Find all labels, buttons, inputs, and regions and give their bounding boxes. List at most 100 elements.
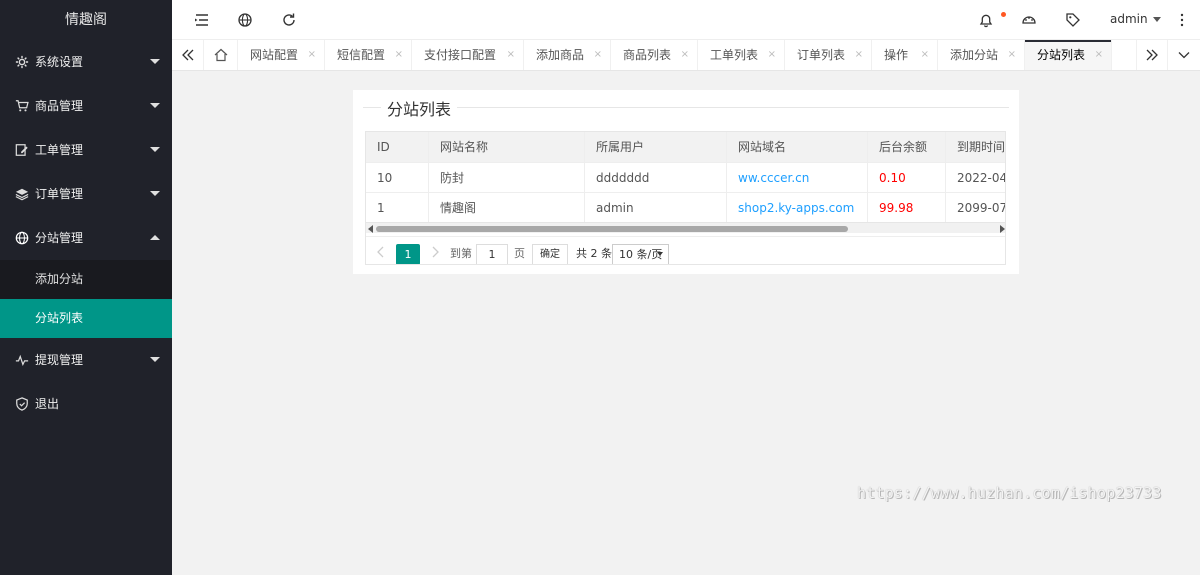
close-icon[interactable]: × xyxy=(507,40,515,70)
sidebar-subitem-substation-list[interactable]: 分站列表 xyxy=(0,299,172,338)
theme-icon[interactable] xyxy=(1021,12,1037,28)
cell-owner: ddddddd xyxy=(585,163,727,193)
sidebar-item-label: 订单管理 xyxy=(35,187,84,201)
chevron-down-icon xyxy=(150,147,160,152)
close-icon[interactable]: × xyxy=(594,40,602,70)
sidebar-subitem-add-substation[interactable]: 添加分站 xyxy=(0,260,172,299)
table-row[interactable]: 1 情趣阁 admin shop2.ky-apps.com 99.98 2099… xyxy=(366,192,1005,223)
confirm-button[interactable]: 确定 xyxy=(532,244,568,264)
tab-substation-list[interactable]: 分站列表 × xyxy=(1025,40,1112,70)
cell-balance: 0.10 xyxy=(868,163,946,193)
tab-order-list[interactable]: 订单列表 × xyxy=(785,40,872,70)
close-icon[interactable]: × xyxy=(395,40,403,70)
tab-label: 工单列表 xyxy=(710,48,759,62)
tab-product-list[interactable]: 商品列表 × xyxy=(611,40,698,70)
close-icon[interactable]: × xyxy=(921,40,929,70)
tabs-bar: 网站配置 × 短信配置 × 支付接口配置 × 添加商品 × 商品列表 × 工单列… xyxy=(172,40,1200,71)
pagination: 1 到第 1 页 确定 共 2 条 10 条/页 xyxy=(366,236,1005,264)
user-menu[interactable]: admin xyxy=(1110,12,1161,26)
table-row[interactable]: 10 防封 ddddddd ww.cccer.cn 0.10 2022-04-1 xyxy=(366,162,1005,193)
tab-home[interactable] xyxy=(204,40,238,70)
more-vertical-icon[interactable] xyxy=(1174,12,1190,28)
cell-owner: admin xyxy=(585,193,727,223)
scroll-left-arrow-icon[interactable] xyxy=(368,225,373,233)
refresh-icon[interactable] xyxy=(281,12,297,28)
watermark: https://www.huzhan.com/ishop23733 xyxy=(857,484,1162,502)
chevron-down-icon xyxy=(1178,52,1190,59)
prev-page-icon[interactable] xyxy=(376,246,386,258)
column-header-owner[interactable]: 所属用户 xyxy=(585,132,727,162)
tab-label: 添加商品 xyxy=(536,48,585,62)
close-icon[interactable]: × xyxy=(855,40,863,70)
scrollbar-thumb[interactable] xyxy=(376,226,848,232)
next-page-icon[interactable] xyxy=(430,246,440,258)
tab-sms-config[interactable]: 短信配置 × xyxy=(325,40,412,70)
cell-domain-link[interactable]: ww.cccer.cn xyxy=(727,163,868,193)
page-number-current[interactable]: 1 xyxy=(396,244,420,264)
cart-icon xyxy=(15,100,29,112)
cell-site-name: 防封 xyxy=(429,163,585,193)
scroll-right-arrow-icon[interactable] xyxy=(1000,225,1005,233)
pulse-icon xyxy=(15,354,29,366)
tag-icon[interactable] xyxy=(1065,12,1081,28)
close-icon[interactable]: × xyxy=(1008,40,1016,70)
app-logo[interactable]: 情趣阁 xyxy=(0,0,172,40)
cell-id: 1 xyxy=(366,193,429,223)
notification-dot xyxy=(1001,12,1006,17)
card-header: 分站列表 xyxy=(363,96,1009,119)
tabs-dropdown-button[interactable] xyxy=(1168,40,1200,70)
cell-id: 10 xyxy=(366,163,429,193)
cell-site-name: 情趣阁 xyxy=(429,193,585,223)
divider xyxy=(363,107,381,108)
cell-expires: 2099-07-2 xyxy=(957,201,1005,215)
goto-page-input[interactable]: 1 xyxy=(476,244,508,264)
close-icon[interactable]: × xyxy=(308,40,316,70)
chevron-down-icon xyxy=(150,191,160,196)
tab-label: 操作 xyxy=(884,48,909,62)
shield-icon xyxy=(16,397,28,411)
sidebar-item-withdrawals[interactable]: 提现管理 xyxy=(0,338,172,382)
sidebar-item-logout[interactable]: 退出 xyxy=(0,382,172,426)
bell-icon[interactable] xyxy=(978,12,994,28)
username: admin xyxy=(1110,12,1148,26)
edit-icon xyxy=(15,144,28,156)
sidebar-item-tickets[interactable]: 工单管理 xyxy=(0,128,172,172)
double-chevron-left-icon xyxy=(181,49,193,61)
sidebar-item-label: 退出 xyxy=(35,397,60,411)
column-header-id[interactable]: ID xyxy=(366,132,429,162)
sidebar-item-substations[interactable]: 分站管理 xyxy=(0,216,172,260)
menu-collapse-icon[interactable] xyxy=(194,12,210,28)
cell-expires: 2022-04-1 xyxy=(957,171,1005,185)
tab-operation[interactable]: 操作 × xyxy=(872,40,938,70)
horizontal-scrollbar[interactable] xyxy=(366,222,1005,233)
tab-ticket-list[interactable]: 工单列表 × xyxy=(698,40,785,70)
tabs-scroll-right-button[interactable] xyxy=(1136,40,1168,70)
column-header-balance[interactable]: 后台余额 xyxy=(868,132,946,162)
double-chevron-right-icon xyxy=(1146,49,1158,61)
page-title: 分站列表 xyxy=(387,100,452,119)
tab-add-substation[interactable]: 添加分站 × xyxy=(938,40,1025,70)
close-icon[interactable]: × xyxy=(1095,40,1103,70)
page-size-value: 10 条/页 xyxy=(619,248,663,261)
page-size-select[interactable]: 10 条/页 xyxy=(612,244,669,264)
column-header-site-name[interactable]: 网站名称 xyxy=(429,132,585,162)
chevron-down-icon xyxy=(657,252,663,256)
cell-domain-link[interactable]: shop2.ky-apps.com xyxy=(727,193,868,223)
sidebar: 情趣阁 系统设置 商品管理 工单管理 订单管理 分站管理 添加分站 分站列表 提… xyxy=(0,0,172,575)
sidebar-item-orders[interactable]: 订单管理 xyxy=(0,172,172,216)
sidebar-submenu: 添加分站 分站列表 xyxy=(0,260,172,338)
sidebar-item-system-settings[interactable]: 系统设置 xyxy=(0,40,172,84)
tab-add-product[interactable]: 添加商品 × xyxy=(524,40,611,70)
globe-icon[interactable] xyxy=(237,12,253,28)
tab-label: 支付接口配置 xyxy=(424,48,497,62)
column-header-expires[interactable]: 到期时间 xyxy=(946,132,1005,162)
tab-label: 分站列表 xyxy=(1037,48,1086,62)
tab-label: 添加分站 xyxy=(950,48,999,62)
tab-site-config[interactable]: 网站配置 × xyxy=(238,40,325,70)
tabs-scroll-left-button[interactable] xyxy=(172,40,204,70)
close-icon[interactable]: × xyxy=(681,40,689,70)
close-icon[interactable]: × xyxy=(768,40,776,70)
tab-payment-config[interactable]: 支付接口配置 × xyxy=(412,40,524,70)
sidebar-item-products[interactable]: 商品管理 xyxy=(0,84,172,128)
column-header-domain[interactable]: 网站域名 xyxy=(727,132,868,162)
